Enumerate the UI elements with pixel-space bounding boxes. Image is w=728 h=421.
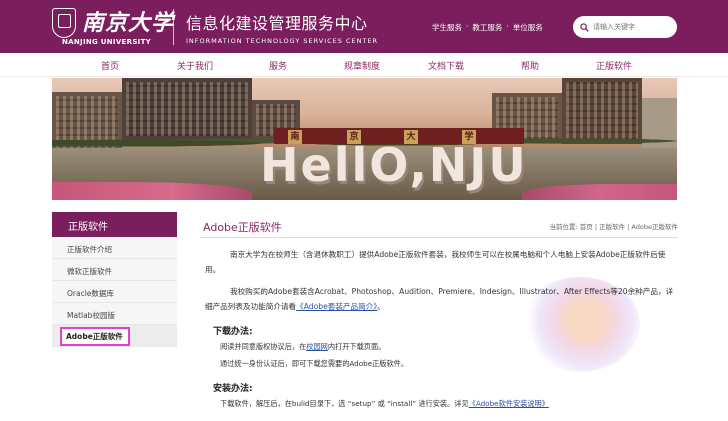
university-emblem-icon[interactable] (52, 8, 76, 38)
search-input[interactable] (593, 23, 673, 31)
sidebar-title: 正版软件 (52, 212, 177, 237)
site-header: 南京大学 NANJING UNIVERSITY 信息化建设管理服务中心 INFO… (0, 0, 728, 53)
download-step-1: 阅读并同意版权协议后，在校园网内打开下载页面。 (220, 342, 385, 352)
quick-links: 学生服务 · 教工服务 · 单位服务 (432, 22, 543, 33)
sidebar-item-microsoft[interactable]: 微软正版软件 (52, 259, 177, 281)
banner-flowerbed (522, 184, 677, 200)
intro-paragraph-2: 我校购买的Adobe套装含Acrobat、Photoshop、Audition、… (205, 284, 675, 314)
sidebar-item-label: Oracle数据库 (67, 289, 114, 298)
sidebar: 正版软件 正版软件介绍 微软正版软件 Oracle数据库 Matlab校园版 A… (52, 212, 177, 347)
adobe-product-intro-link[interactable]: 《Adobe套装产品简介》 (296, 302, 377, 311)
sidebar-item-matlab[interactable]: Matlab校园版 (52, 303, 177, 325)
university-name-en: NANJING UNIVERSITY (62, 38, 152, 46)
nav-help[interactable]: 帮助 (521, 59, 539, 72)
quick-link-students[interactable]: 学生服务 (432, 22, 462, 33)
download-step-2: 通过统一身份认证后，即可下载您需要的Adobe正版软件。 (220, 359, 409, 368)
page-title: Adobe正版软件 (203, 221, 282, 234)
download-step-1-prefix: 阅读并同意版权协议后，在 (220, 342, 307, 351)
install-heading: 安装办法: (213, 384, 253, 394)
sidebar-item-label: Adobe正版软件 (60, 327, 130, 346)
campus-banner: 南 京 大 学 HellO,NJU (52, 78, 677, 200)
quick-link-separator: · (506, 22, 509, 31)
header-divider (173, 9, 174, 45)
sidebar-item-adobe[interactable]: Adobe正版软件 (52, 325, 177, 347)
intro-2-text: 我校购买的Adobe套装含Acrobat、Photoshop、Audition、… (205, 287, 674, 311)
search-icon[interactable] (580, 22, 589, 32)
quick-link-separator: · (466, 22, 469, 31)
nav-licensed-software[interactable]: 正版软件 (596, 59, 632, 72)
quick-link-staff[interactable]: 教工服务 (472, 22, 502, 33)
intro-paragraph-1: 南京大学为在校师生（含退休教职工）提供Adobe正版软件套装，我校师生可以在校属… (205, 250, 666, 274)
install-step: 下载软件，解压后，在bulid目录下，选 “setup” 或 “install”… (220, 399, 549, 409)
breadcrumb: 当前位置: 首页 | 正版软件 | Adobe正版软件 (549, 223, 678, 231)
sidebar-item-label: 正版软件介绍 (67, 245, 112, 254)
install-step-text: 下载软件，解压后，在bulid目录下，选 “setup” 或 “install”… (220, 399, 469, 408)
site-title-en: INFORMATION TECHNOLOGY SERVICES CENTER (186, 37, 379, 45)
nav-home[interactable]: 首页 (101, 59, 119, 72)
nav-regulations[interactable]: 规章制度 (344, 59, 380, 72)
sidebar-item-label: Matlab校园版 (67, 311, 115, 320)
search-box (573, 16, 677, 38)
nav-services[interactable]: 服务 (269, 59, 287, 72)
title-divider (200, 237, 678, 238)
nav-about[interactable]: 关于我们 (177, 59, 213, 72)
nav-downloads[interactable]: 文档下载 (428, 59, 464, 72)
quick-link-units[interactable]: 单位服务 (513, 22, 543, 33)
download-step-1-suffix: 内打开下载页面。 (327, 342, 386, 351)
campus-network-link[interactable]: 校园网 (306, 342, 328, 351)
site-title-cn: 信息化建设管理服务中心 (186, 14, 368, 33)
university-name-cn[interactable]: 南京大学 (82, 5, 174, 37)
banner-flowerbed (52, 182, 252, 200)
sidebar-item-label: 微软正版软件 (67, 267, 112, 276)
download-heading: 下载办法: (213, 327, 253, 337)
intro-2-suffix: 。 (377, 302, 385, 311)
banner-headline: HellO,NJU (260, 138, 528, 192)
adobe-install-guide-link[interactable]: 《Adobe软件安装说明》 (469, 399, 549, 408)
sidebar-item-intro[interactable]: 正版软件介绍 (52, 237, 177, 259)
sidebar-item-oracle[interactable]: Oracle数据库 (52, 281, 177, 303)
main-nav: 首页 关于我们 服务 规章制度 文档下载 帮助 正版软件 (0, 53, 728, 77)
